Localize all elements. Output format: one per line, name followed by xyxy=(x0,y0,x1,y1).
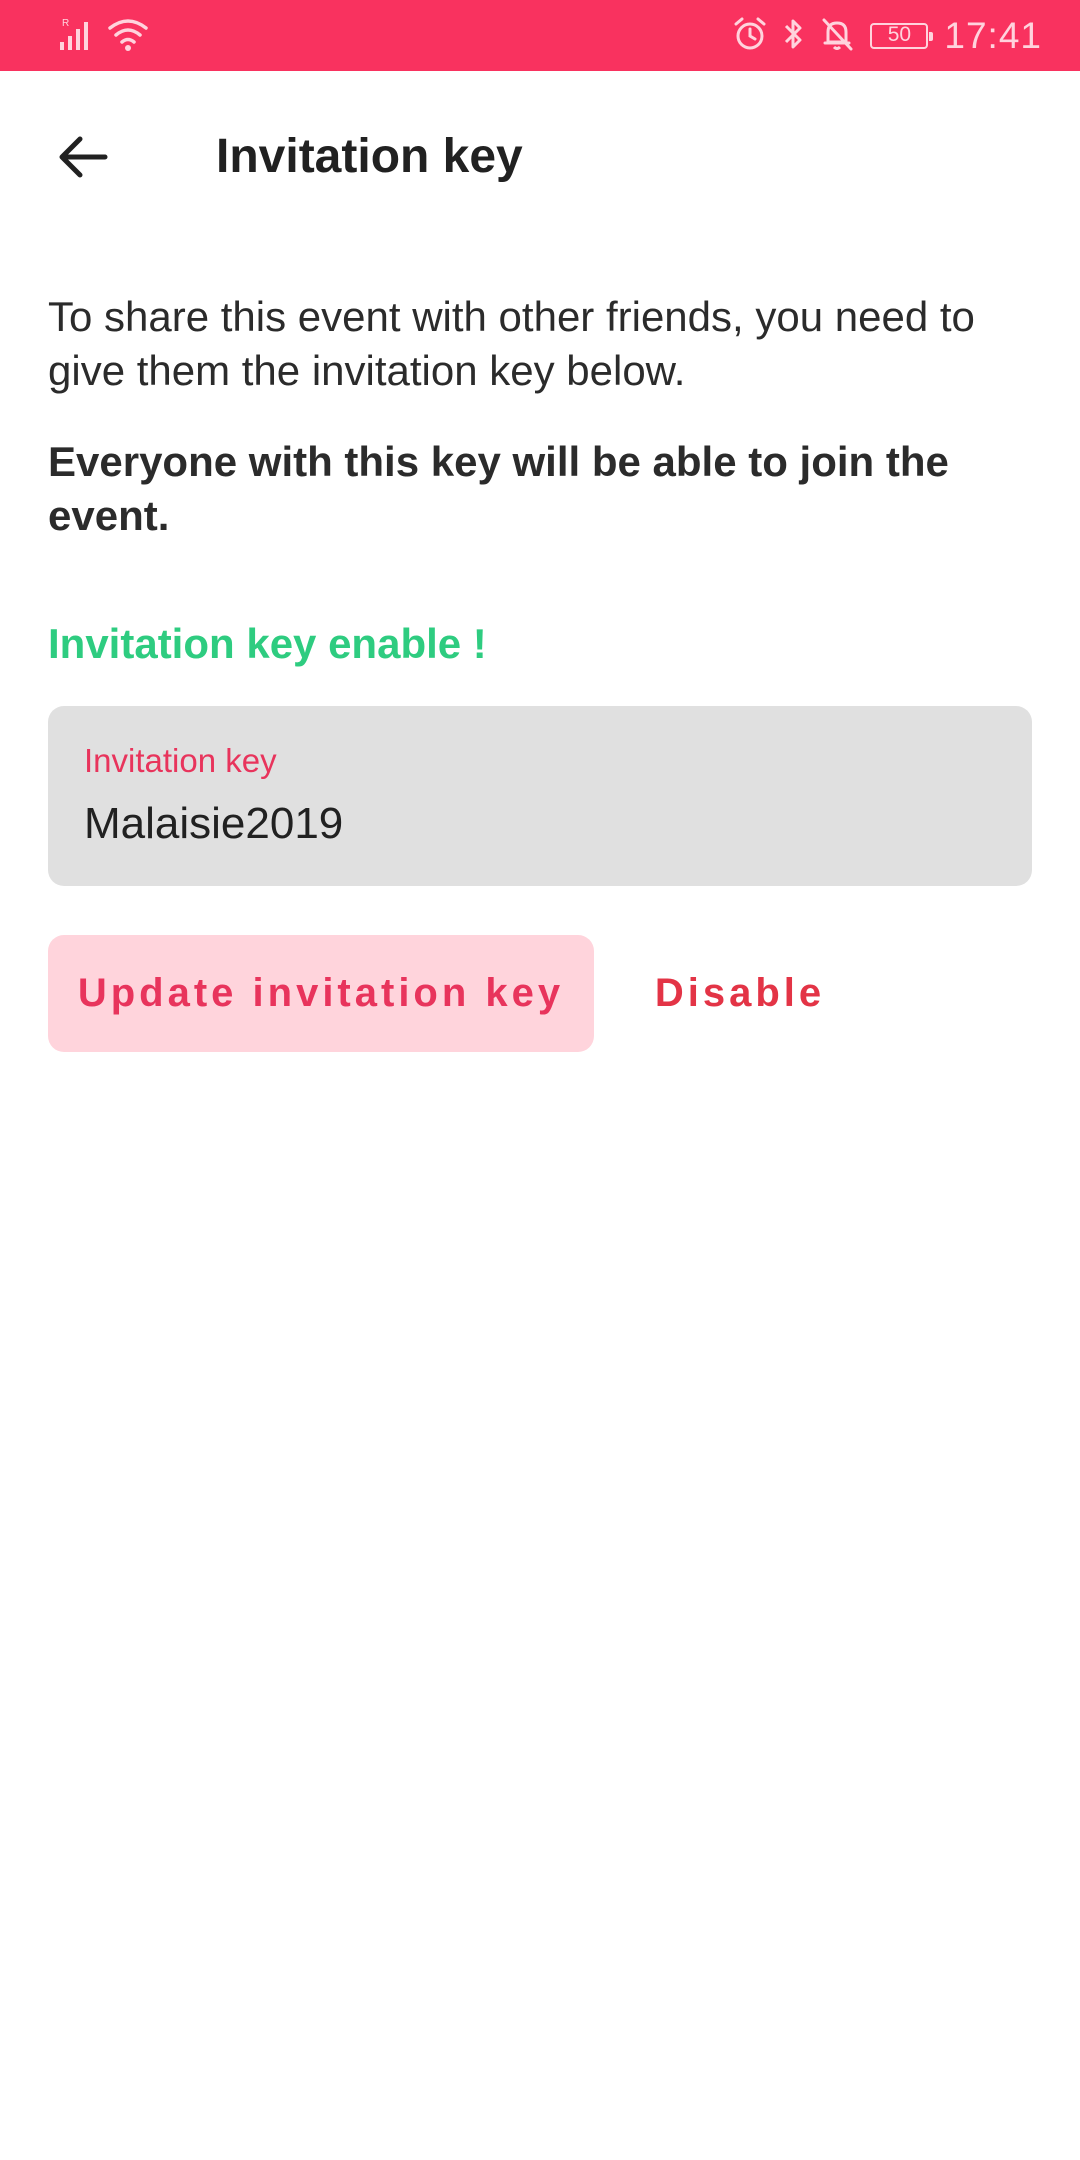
status-bar: R 50 17:41 xyxy=(0,0,1080,71)
invitation-key-input[interactable] xyxy=(84,796,984,852)
battery-icon: 50 xyxy=(870,23,934,49)
status-left-icons: R xyxy=(58,14,150,58)
svg-text:R: R xyxy=(62,18,69,29)
app-bar: Invitation key xyxy=(0,71,1080,241)
status-right-icons: 50 17:41 xyxy=(718,12,1042,60)
wifi-icon xyxy=(106,16,150,57)
invitation-status-message: Invitation key enable ! xyxy=(48,620,487,667)
status-time: 17:41 xyxy=(944,15,1042,56)
warning-text: Everyone with this key will be able to j… xyxy=(48,438,949,539)
description-text: To share this event with other friends, … xyxy=(48,293,975,394)
back-button[interactable] xyxy=(40,114,126,200)
bluetooth-icon xyxy=(782,16,806,57)
battery-level: 50 xyxy=(887,23,912,46)
invitation-key-field[interactable]: Invitation key xyxy=(48,706,1032,886)
page-title: Invitation key xyxy=(216,130,523,183)
signal-icon: R xyxy=(58,16,94,57)
update-invitation-key-button[interactable]: Update invitation key xyxy=(48,935,594,1052)
arrow-back-icon xyxy=(59,136,108,178)
alarm-icon xyxy=(732,16,768,57)
invitation-key-label: Invitation key xyxy=(84,742,277,779)
notifications-off-icon xyxy=(820,16,854,57)
disable-button[interactable]: Disable xyxy=(640,935,840,1052)
